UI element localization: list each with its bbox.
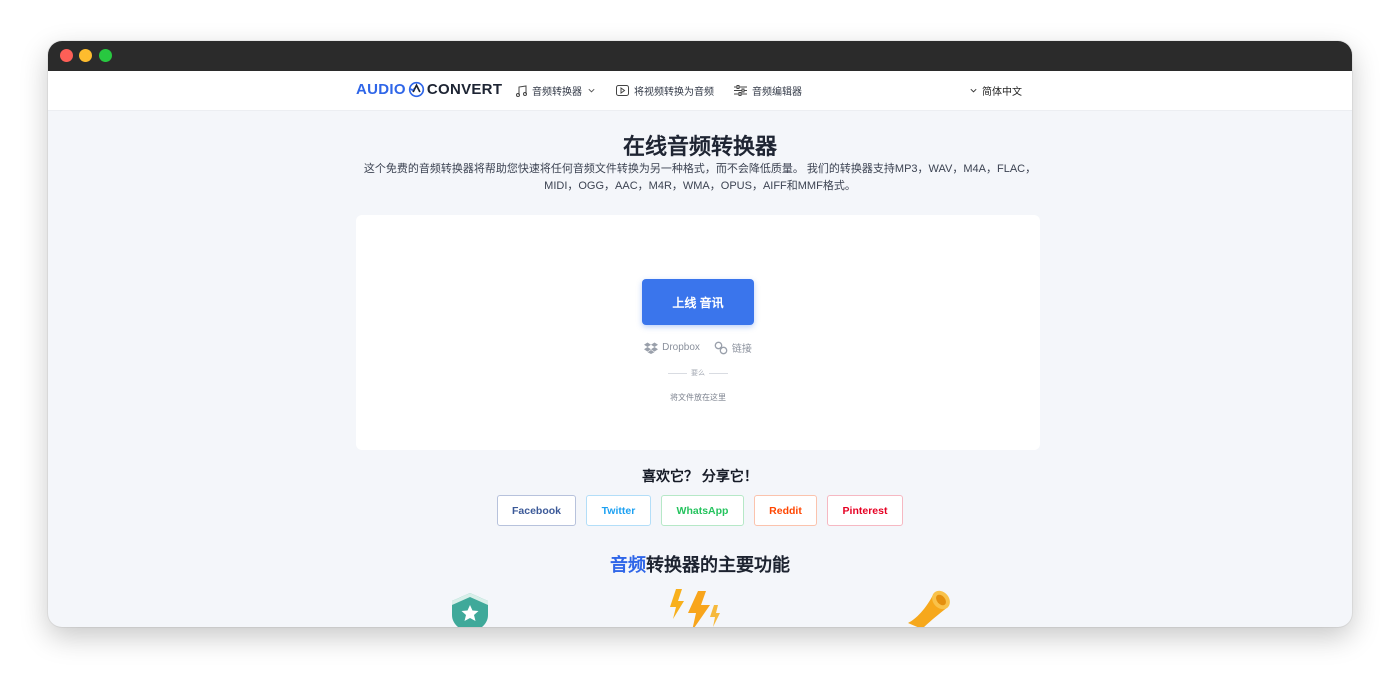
minimize-window-button[interactable] [79, 49, 92, 62]
share-facebook-button[interactable]: Facebook [497, 495, 576, 526]
site-logo[interactable]: AUDIO CONVERT [356, 81, 502, 98]
lightning-icon [670, 589, 720, 627]
page-title: 在线音频转换器 [622, 134, 777, 159]
close-window-button[interactable] [60, 49, 73, 62]
page-description: 这个免费的音频转换器将帮助您快速将任何音频文件转换为另一种格式，而不会降低质量。… [363, 163, 1037, 192]
link-icon [714, 341, 728, 354]
logo-convert-text: CONVERT [426, 81, 503, 98]
features-title-rest: 转换器的主要功能 [646, 555, 790, 575]
dropbox-label: Dropbox [662, 342, 700, 353]
upload-card[interactable]: 上线 音讯 Dropbox 链接 要么 将文件放在这里 [356, 215, 1040, 450]
sliders-icon [734, 85, 747, 96]
link-label: 链接 [731, 344, 752, 355]
language-label: 简体中文 [982, 87, 1022, 98]
share-twitter-button[interactable]: Twitter [586, 495, 651, 526]
share-title: 喜欢它？ 分享它！ [642, 468, 758, 484]
play-icon [616, 85, 629, 96]
site-header: AUDIO CONVERT 音频转换器 将视频转换为音频 音频编辑器 简体中文 [48, 71, 1352, 111]
divider-line [668, 372, 687, 374]
nav-audio-converter-label: 音频转换器 [532, 87, 582, 98]
nav-audio-converter[interactable]: 音频转换器 [515, 83, 596, 98]
nav-video-to-audio[interactable]: 将视频转换为音频 [616, 83, 714, 98]
share-pinterest-button[interactable]: Pinterest [827, 495, 903, 526]
divider-line [709, 372, 728, 374]
nav-audio-editor[interactable]: 音频编辑器 [734, 83, 802, 98]
chevron-down-icon [588, 88, 595, 93]
language-selector[interactable]: 简体中文 [969, 83, 1022, 98]
drop-zone-hint: 将文件放在这里 [670, 393, 726, 402]
upload-sources: Dropbox 链接 [356, 340, 1040, 355]
features-title-highlight: 音频 [610, 555, 646, 575]
window-titlebar [48, 41, 1352, 71]
logo-audio-text: AUDIO [356, 81, 406, 98]
dropbox-icon [644, 342, 659, 354]
link-source[interactable]: 链接 [714, 340, 752, 355]
share-buttons: Facebook Twitter WhatsApp Reddit Pintere… [48, 495, 1352, 526]
nav-video-to-audio-label: 将视频转换为音频 [634, 87, 714, 98]
share-reddit-button[interactable]: Reddit [754, 495, 817, 526]
dropbox-source[interactable]: Dropbox [644, 340, 700, 355]
megaphone-icon [908, 590, 950, 627]
main-content: 在线音频转换器 这个免费的音频转换器将帮助您快速将任何音频文件转换为另一种格式，… [48, 111, 1352, 627]
chevron-down-icon [970, 88, 977, 93]
features-title: 音频转换器的主要功能 [48, 551, 1352, 577]
or-divider: 要么 [668, 368, 728, 378]
or-label: 要么 [691, 370, 705, 377]
logo-convert-icon [408, 81, 424, 98]
maximize-window-button[interactable] [99, 49, 112, 62]
upload-audio-button[interactable]: 上线 音讯 [642, 279, 754, 325]
nav-audio-editor-label: 音频编辑器 [752, 87, 802, 98]
music-note-icon [516, 84, 527, 97]
share-whatsapp-button[interactable]: WhatsApp [661, 495, 744, 526]
shield-star-icon [452, 593, 488, 627]
browser-window: AUDIO CONVERT 音频转换器 将视频转换为音频 音频编辑器 简体中文 … [48, 41, 1352, 627]
